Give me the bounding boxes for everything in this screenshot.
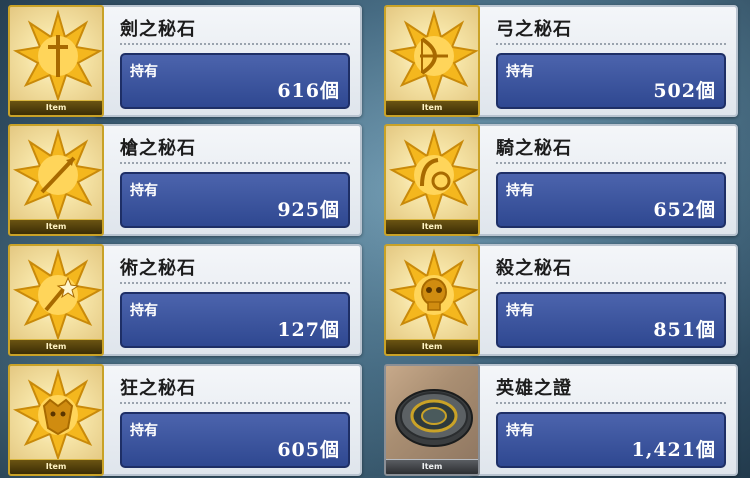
- item-icon-frame[interactable]: Item: [8, 124, 104, 236]
- owned-count: 127個: [277, 319, 340, 341]
- owned-label: 持有: [506, 303, 534, 319]
- item-info-panel: 劍之秘石 持有 616個: [94, 5, 362, 117]
- assassin-star-icon: [388, 248, 478, 342]
- divider: [496, 402, 726, 404]
- owned-count-box: 持有 502個: [496, 53, 726, 109]
- item-icon-frame[interactable]: Item: [8, 244, 104, 356]
- owned-count: 502個: [653, 80, 716, 102]
- item-info-panel: 狂之秘石 持有 605個: [94, 364, 362, 476]
- item-card-caster-secret-stone[interactable]: 術之秘石 持有 127個 Item: [0, 244, 362, 356]
- owned-count: 652個: [653, 199, 716, 221]
- item-icon-frame[interactable]: Item: [384, 5, 480, 117]
- owned-count: 1,421個: [631, 439, 716, 461]
- item-tag: Item: [10, 339, 102, 354]
- divider: [120, 282, 350, 284]
- item-tag: Item: [10, 459, 102, 474]
- owned-count-box: 持有 605個: [120, 412, 350, 468]
- owned-count-box: 持有 1,421個: [496, 412, 726, 468]
- owned-label: 持有: [506, 64, 534, 80]
- item-icon-frame[interactable]: Item: [384, 244, 480, 356]
- item-info-panel: 弓之秘石 持有 502個: [470, 5, 738, 117]
- item-card-rider-secret-stone[interactable]: 騎之秘石 持有 652個 Item: [376, 124, 738, 236]
- item-tag: Item: [386, 219, 478, 234]
- item-card-berserker-secret-stone[interactable]: 狂之秘石 持有 605個 Item: [0, 364, 362, 476]
- item-name: 劍之秘石: [120, 19, 196, 40]
- owned-count: 851個: [653, 319, 716, 341]
- item-name: 英雄之證: [496, 378, 572, 399]
- item-name: 術之秘石: [120, 258, 196, 279]
- owned-count-box: 持有 616個: [120, 53, 350, 109]
- owned-count-box: 持有 851個: [496, 292, 726, 348]
- item-info-panel: 殺之秘石 持有 851個: [470, 244, 738, 356]
- item-info-panel: 槍之秘石 持有 925個: [94, 124, 362, 236]
- item-card-archer-secret-stone[interactable]: 弓之秘石 持有 502個 Item: [376, 5, 738, 117]
- divider: [120, 402, 350, 404]
- item-info-panel: 英雄之證 持有 1,421個: [470, 364, 738, 476]
- owned-label: 持有: [130, 183, 158, 199]
- divider: [120, 162, 350, 164]
- divider: [496, 162, 726, 164]
- item-card-proof-of-hero[interactable]: 英雄之證 持有 1,421個 Item: [376, 364, 738, 476]
- divider: [496, 43, 726, 45]
- item-tag: Item: [386, 459, 478, 474]
- archer-star-icon: [388, 9, 478, 103]
- item-tag: Item: [10, 100, 102, 115]
- owned-label: 持有: [130, 64, 158, 80]
- item-icon-frame[interactable]: Item: [8, 5, 104, 117]
- owned-count-box: 持有 652個: [496, 172, 726, 228]
- divider: [496, 282, 726, 284]
- owned-label: 持有: [506, 183, 534, 199]
- item-icon-frame[interactable]: Item: [384, 364, 480, 476]
- berserker-star-icon: [12, 368, 102, 462]
- owned-count: 925個: [277, 199, 340, 221]
- owned-count: 605個: [277, 439, 340, 461]
- owned-count: 616個: [277, 80, 340, 102]
- item-icon-frame[interactable]: Item: [8, 364, 104, 476]
- item-info-panel: 騎之秘石 持有 652個: [470, 124, 738, 236]
- item-tag: Item: [386, 100, 478, 115]
- owned-label: 持有: [130, 423, 158, 439]
- item-name: 槍之秘石: [120, 138, 196, 159]
- owned-count-box: 持有 925個: [120, 172, 350, 228]
- item-name: 殺之秘石: [496, 258, 572, 279]
- saber-star-icon: [12, 9, 102, 103]
- item-icon-frame[interactable]: Item: [384, 124, 480, 236]
- item-info-panel: 術之秘石 持有 127個: [94, 244, 362, 356]
- item-name: 騎之秘石: [496, 138, 572, 159]
- owned-count-box: 持有 127個: [120, 292, 350, 348]
- item-tag: Item: [386, 339, 478, 354]
- item-name: 弓之秘石: [496, 19, 572, 40]
- caster-star-icon: [12, 248, 102, 342]
- owned-label: 持有: [130, 303, 158, 319]
- item-card-saber-secret-stone[interactable]: 劍之秘石 持有 616個 Item: [0, 5, 362, 117]
- item-card-lancer-secret-stone[interactable]: 槍之秘石 持有 925個 Item: [0, 124, 362, 236]
- divider: [120, 43, 350, 45]
- lancer-star-icon: [12, 128, 102, 222]
- item-name: 狂之秘石: [120, 378, 196, 399]
- hero-proof-plate-icon: [395, 389, 473, 447]
- item-card-assassin-secret-stone[interactable]: 殺之秘石 持有 851個 Item: [376, 244, 738, 356]
- rider-star-icon: [388, 128, 478, 222]
- item-tag: Item: [10, 219, 102, 234]
- owned-label: 持有: [506, 423, 534, 439]
